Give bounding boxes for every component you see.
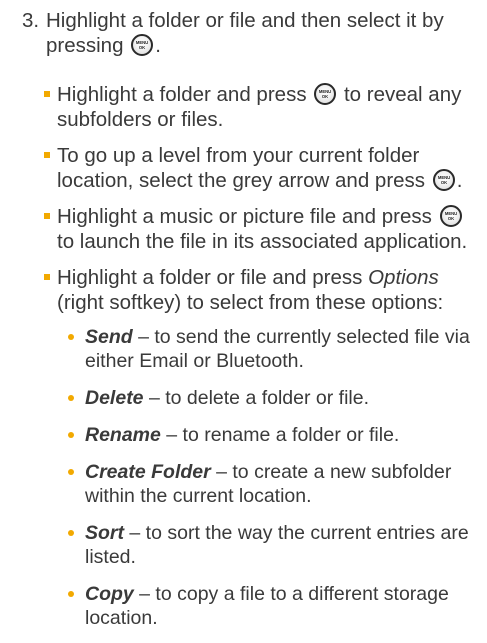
menu-ok-key-bottom-label: OK bbox=[322, 94, 328, 99]
square-bullet-icon bbox=[44, 152, 50, 158]
option-term: Sort bbox=[85, 522, 124, 544]
option-term: Delete bbox=[85, 387, 144, 409]
options-list: Send – to send the currently selected fi… bbox=[57, 325, 482, 630]
option-item-rename: Rename – to rename a folder or file. bbox=[57, 423, 482, 447]
bullet-item: To go up a level from your current folde… bbox=[44, 143, 482, 193]
square-bullet-icon bbox=[44, 274, 50, 280]
option-description: – to rename a folder or file. bbox=[166, 424, 400, 446]
step-number: 3. bbox=[22, 9, 40, 32]
option-description: – to sort the way the current entries ar… bbox=[85, 522, 469, 568]
option-term: Create Folder bbox=[85, 461, 211, 483]
bullet-text: Highlight a folder or file and press bbox=[57, 266, 363, 289]
option-item-delete: Delete – to delete a folder or file. bbox=[57, 386, 482, 410]
round-bullet-icon bbox=[68, 469, 74, 475]
bullet-text: To go up a level from your current folde… bbox=[57, 144, 426, 192]
option-item-copy: Copy – to copy a file to a different sto… bbox=[57, 582, 482, 630]
bullet-text: (right softkey) to select from these opt… bbox=[57, 291, 444, 314]
menu-ok-key-bottom-label: OK bbox=[441, 180, 447, 185]
bullet-item: Highlight a folder and press MENU OK to r… bbox=[44, 82, 482, 132]
step-text: Highlight a folder or file and then sele… bbox=[46, 8, 482, 58]
bullet-item: Highlight a music or picture file and pr… bbox=[44, 204, 482, 254]
option-term: Copy bbox=[85, 583, 134, 605]
square-bullet-icon bbox=[44, 213, 50, 219]
option-description: – to delete a folder or file. bbox=[148, 387, 370, 409]
menu-ok-key-icon: MENU OK bbox=[131, 34, 154, 56]
step-text-b: . bbox=[155, 34, 161, 57]
bullet-text: to launch the file in its associated app… bbox=[57, 230, 468, 253]
option-item-send: Send – to send the currently selected fi… bbox=[57, 325, 482, 373]
menu-ok-key-icon: MENU OK bbox=[432, 169, 455, 191]
option-description: – to send the currently selected file vi… bbox=[85, 326, 470, 372]
round-bullet-icon bbox=[68, 432, 74, 438]
round-bullet-icon bbox=[68, 334, 74, 340]
menu-ok-key-icon: MENU OK bbox=[439, 205, 462, 227]
menu-ok-key-bottom-label: OK bbox=[447, 216, 453, 221]
round-bullet-icon bbox=[68, 591, 74, 597]
round-bullet-icon bbox=[68, 530, 74, 536]
step-text-a: Highlight a folder or file and then sele… bbox=[46, 9, 444, 57]
bullet-item: Highlight a folder or file and press Opt… bbox=[44, 265, 482, 630]
square-bullet-icon bbox=[44, 91, 50, 97]
round-bullet-icon bbox=[68, 395, 74, 401]
manual-page: 3. Highlight a folder or file and then s… bbox=[0, 0, 487, 629]
menu-ok-key-icon: MENU OK bbox=[314, 83, 337, 105]
option-term: Rename bbox=[85, 424, 161, 446]
bullet-text: . bbox=[456, 169, 463, 192]
bullet-text: Highlight a folder and press bbox=[57, 83, 307, 106]
menu-ok-key-bottom-label: OK bbox=[139, 45, 145, 50]
options-softkey-label: Options bbox=[368, 266, 439, 289]
bullet-list: Highlight a folder and press MENU OK to r… bbox=[44, 82, 482, 643]
option-item-sort: Sort – to sort the way the current entri… bbox=[57, 521, 482, 569]
bullet-text: Highlight a music or picture file and pr… bbox=[57, 205, 432, 228]
option-term: Send bbox=[85, 326, 133, 348]
step-3: 3. Highlight a folder or file and then s… bbox=[22, 8, 482, 58]
option-item-create-folder: Create Folder – to create a new subfolde… bbox=[57, 460, 482, 508]
option-description: – to copy a file to a different storage … bbox=[85, 583, 449, 629]
